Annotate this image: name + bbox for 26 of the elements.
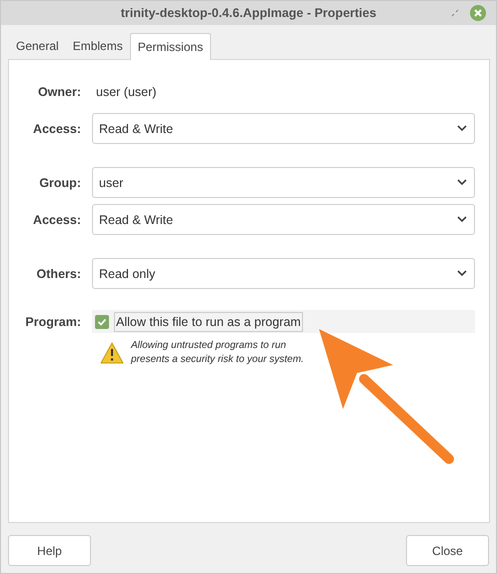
owner-value: user (user) [95,84,158,101]
field-label: Group: [38,176,81,190]
help-button[interactable]: Help [8,535,91,566]
chevron-icon [457,125,467,132]
field-label: Access: [32,212,81,226]
tab[interactable]: Permissions [130,33,212,60]
tab[interactable]: General [9,33,66,59]
close-button[interactable]: Close [406,535,489,566]
dropdown[interactable]: Read & Write [92,113,475,144]
checkbox-icon[interactable] [95,314,109,328]
dropdown[interactable]: user [92,167,475,198]
close-icon[interactable] [470,5,486,21]
restore-icon[interactable] [451,9,459,17]
field-label: Others: [36,266,81,280]
field-label: Program: [24,314,81,328]
dropdown[interactable]: Read only [92,258,475,289]
warning-icon [100,342,124,364]
chevron-icon [457,179,467,186]
chevron-icon [457,216,467,223]
field-label: Access: [32,122,81,136]
field-label: Owner: [36,84,81,98]
chevron-icon [457,270,467,277]
tab[interactable]: Emblems [66,33,130,59]
warning-text: Allowing untrusted programs to run presents a security risk to your system. [131,339,305,367]
dropdown[interactable]: Read & Write [92,204,475,235]
window-title: trinity-desktop-0.4.6.AppImage - Properties [120,6,376,20]
